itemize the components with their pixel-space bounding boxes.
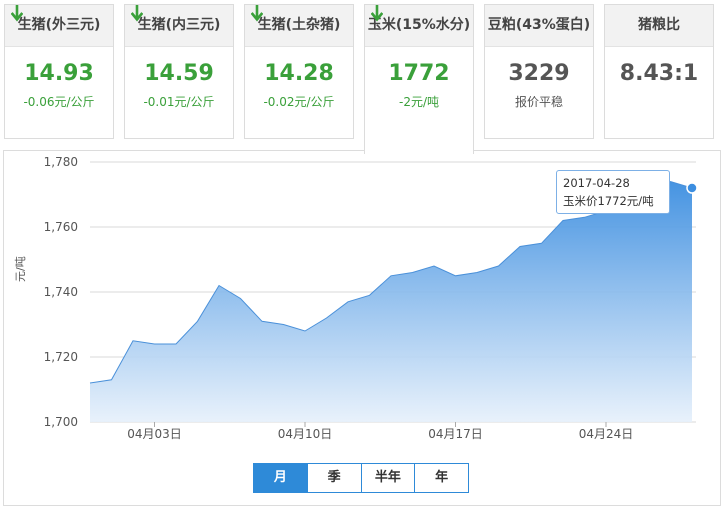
y-tick-label: 1,700 xyxy=(44,415,78,429)
tooltip-date: 2017-04-28 xyxy=(563,176,630,190)
x-tick-label: 04月24日 xyxy=(579,427,634,441)
x-tick-label: 04月10日 xyxy=(278,427,333,441)
range-tab-1[interactable]: 季 xyxy=(308,464,362,492)
y-tick-label: 1,780 xyxy=(44,155,78,169)
tooltip: 2017-04-28 玉米价1772元/吨 xyxy=(556,170,670,214)
range-selector: 月季半年年 xyxy=(253,463,469,493)
x-tick-label: 04月03日 xyxy=(127,427,182,441)
tooltip-text: 玉米价1772元/吨 xyxy=(563,194,654,208)
range-tab-0[interactable]: 月 xyxy=(254,464,308,492)
y-tick-label: 1,760 xyxy=(44,220,78,234)
price-chart: 04月03日 04月10日 04月17日 04月24日 1,700 1,720 1,740… xyxy=(44,155,698,441)
y-tick-label: 1,740 xyxy=(44,285,78,299)
series-area xyxy=(90,181,692,422)
range-tab-2[interactable]: 半年 xyxy=(362,464,416,492)
range-tab-3[interactable]: 年 xyxy=(415,464,468,492)
y-tick-label: 1,720 xyxy=(44,350,78,364)
x-tick-label: 04月17日 xyxy=(428,427,483,441)
hover-point[interactable] xyxy=(686,182,698,194)
